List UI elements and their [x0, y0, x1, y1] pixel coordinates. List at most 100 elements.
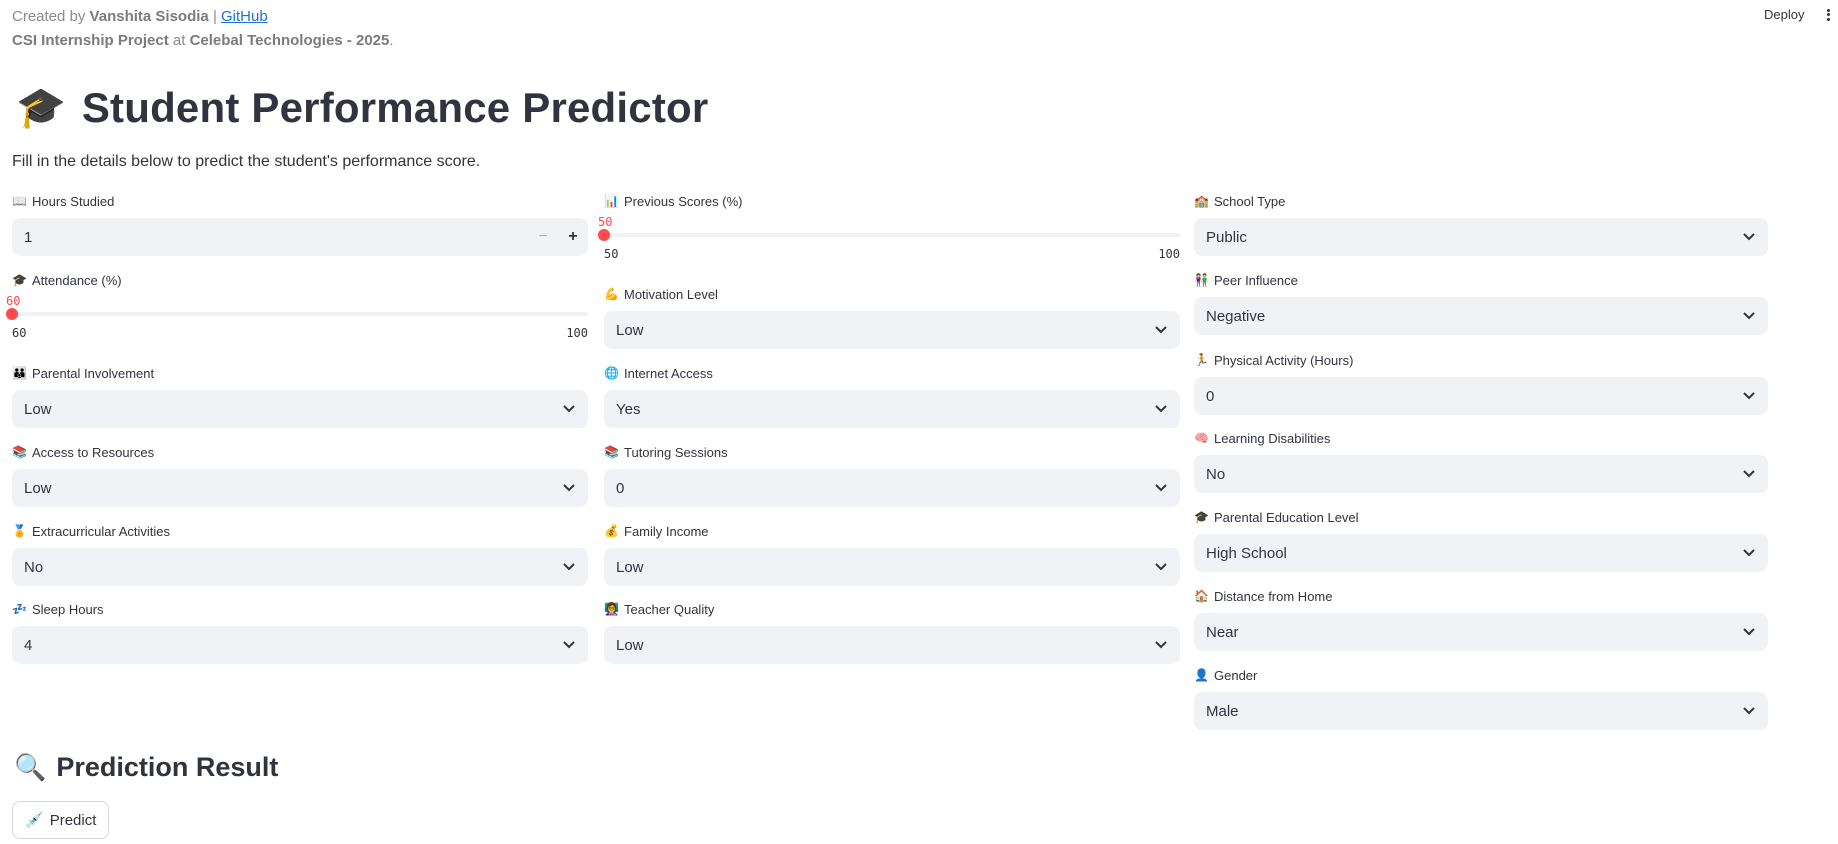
predict-button-label: Predict: [49, 811, 97, 829]
learning-disabilities-select[interactable]: No: [1194, 455, 1768, 493]
tutoring-field: 📚 Tutoring Sessions 0: [604, 442, 1180, 507]
chevron-down-icon: [562, 638, 576, 652]
attendance-label: Attendance (%): [32, 272, 122, 288]
peer-influence-field: 👫 Peer Influence Negative: [1194, 270, 1768, 335]
hours-studied-label: Hours Studied: [32, 193, 115, 209]
school-type-label: School Type: [1214, 193, 1286, 209]
sleep-hours-field: 💤 Sleep Hours 4: [12, 599, 588, 664]
parental-involvement-select[interactable]: Low: [12, 390, 588, 428]
chevron-down-icon: [1742, 389, 1756, 403]
select-value: 4: [24, 636, 33, 654]
brain-icon: 🧠: [1194, 431, 1209, 445]
sleep-hours-select[interactable]: 4: [12, 626, 588, 664]
decrement-button[interactable]: −: [528, 228, 558, 246]
select-value: High School: [1206, 544, 1287, 562]
parental-education-label: Parental Education Level: [1214, 509, 1359, 525]
tutoring-select[interactable]: 0: [604, 469, 1180, 507]
chevron-down-icon: [1742, 467, 1756, 481]
runner-icon: 🏃: [1194, 353, 1209, 367]
gender-select[interactable]: Male: [1194, 692, 1768, 730]
hours-studied-value[interactable]: 1: [12, 229, 528, 246]
slider-track[interactable]: [604, 233, 1180, 237]
github-link[interactable]: GitHub: [221, 8, 268, 25]
chevron-down-icon: [1742, 309, 1756, 323]
chevron-down-icon: [1742, 625, 1756, 639]
school-type-select[interactable]: Public: [1194, 218, 1768, 256]
predict-button[interactable]: 💉 Predict: [12, 801, 110, 839]
previous-scores-min: 50: [604, 247, 619, 261]
gender-label: Gender: [1214, 667, 1258, 683]
internet-access-label: Internet Access: [624, 365, 713, 381]
family-income-label: Family Income: [624, 523, 709, 539]
people-icon: 👫: [1194, 273, 1209, 287]
chevron-down-icon: [1154, 323, 1168, 337]
learning-disabilities-field: 🧠 Learning Disabilities No: [1194, 428, 1768, 493]
distance-field: 🏠 Distance from Home Near: [1194, 586, 1768, 651]
page-title: 🎓 Student Performance Predictor: [16, 84, 708, 132]
select-value: Near: [1206, 623, 1239, 641]
money-bag-icon: 💰: [604, 524, 619, 538]
parental-involvement-label: Parental Involvement: [32, 365, 155, 381]
period: .: [389, 32, 394, 49]
chevron-down-icon: [1154, 638, 1168, 652]
select-value: Low: [24, 400, 52, 418]
previous-scores-slider[interactable]: 50 50 100: [598, 211, 1180, 273]
select-value: Low: [616, 558, 644, 576]
distance-select[interactable]: Near: [1194, 613, 1768, 651]
family-icon: 👪: [12, 366, 27, 380]
extracurricular-select[interactable]: No: [12, 548, 588, 586]
previous-scores-max: 100: [1158, 247, 1180, 261]
deploy-button[interactable]: Deploy: [1764, 7, 1804, 22]
slider-track[interactable]: [12, 312, 588, 316]
hours-studied-input[interactable]: 1 − +: [12, 218, 588, 256]
increment-button[interactable]: +: [558, 228, 588, 246]
internet-access-select[interactable]: Yes: [604, 390, 1180, 428]
sleep-icon: 💤: [12, 602, 27, 616]
access-to-resources-select[interactable]: Low: [12, 469, 588, 507]
author-name: Vanshita Sisodia: [89, 8, 209, 25]
extracurricular-field: 🏅 Extracurricular Activities No: [12, 521, 588, 586]
motivation-select[interactable]: Low: [604, 311, 1180, 349]
prediction-result-title: Prediction Result: [56, 752, 279, 782]
prediction-result-heading: 🔍 Prediction Result: [14, 752, 278, 783]
magnifier-icon: 🔍: [14, 752, 47, 782]
teacher-quality-select[interactable]: Low: [604, 626, 1180, 664]
chevron-down-icon: [562, 560, 576, 574]
distance-label: Distance from Home: [1214, 588, 1333, 604]
graduation-cap-icon: 🎓: [12, 273, 27, 287]
peer-influence-label: Peer Influence: [1214, 272, 1298, 288]
parental-involvement-field: 👪 Parental Involvement Low: [12, 363, 588, 428]
kebab-menu-icon[interactable]: [1824, 7, 1832, 23]
slider-thumb[interactable]: [6, 308, 18, 320]
select-value: Low: [616, 321, 644, 339]
attendance-field: 🎓 Attendance (%) 60 60 100: [6, 270, 588, 352]
family-income-field: 💰 Family Income Low: [604, 521, 1180, 586]
school-icon: 🏫: [1194, 194, 1209, 208]
previous-scores-field: 📊 Previous Scores (%) 50 50 100: [598, 191, 1180, 273]
slider-thumb[interactable]: [598, 229, 610, 241]
chevron-down-icon: [1154, 402, 1168, 416]
motivation-field: 💪 Motivation Level Low: [604, 284, 1180, 349]
family-income-select[interactable]: Low: [604, 548, 1180, 586]
select-value: 0: [1206, 387, 1215, 405]
internet-access-field: 🌐 Internet Access Yes: [604, 363, 1180, 428]
physical-activity-select[interactable]: 0: [1194, 377, 1768, 415]
chevron-down-icon: [562, 481, 576, 495]
attendance-slider[interactable]: 60 60 100: [6, 290, 588, 352]
at-text: at: [172, 32, 186, 49]
select-value: Low: [24, 479, 52, 497]
books-icon: 📚: [12, 445, 27, 459]
select-value: 0: [616, 479, 625, 497]
peer-influence-select[interactable]: Negative: [1194, 297, 1768, 335]
select-value: No: [24, 558, 44, 576]
tutoring-label: Tutoring Sessions: [624, 444, 728, 460]
select-value: Low: [616, 636, 644, 654]
select-value: Negative: [1206, 307, 1266, 325]
parental-education-select[interactable]: High School: [1194, 534, 1768, 572]
syringe-icon: 💉: [25, 812, 44, 829]
person-icon: 👤: [1194, 668, 1209, 682]
separator: |: [212, 8, 217, 25]
physical-activity-field: 🏃 Physical Activity (Hours) 0: [1194, 350, 1768, 415]
previous-scores-current-value: 50: [598, 215, 613, 229]
access-to-resources-label: Access to Resources: [32, 444, 155, 460]
